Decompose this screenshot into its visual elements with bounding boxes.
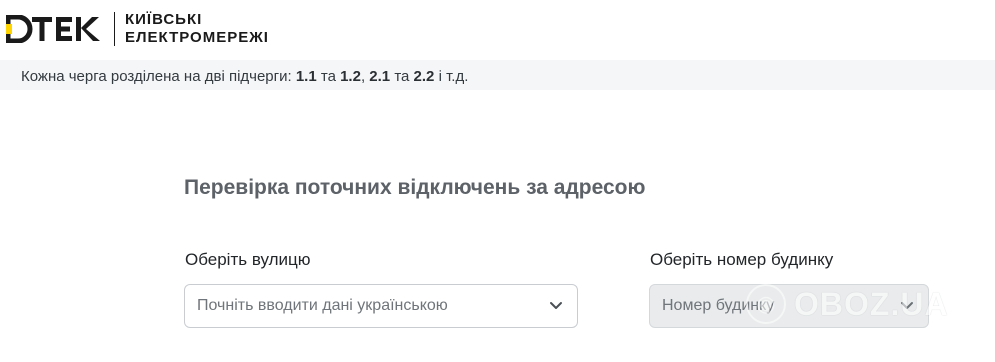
street-placeholder: Почніть вводити дані українською	[197, 297, 448, 314]
chevron-down-icon	[550, 302, 562, 309]
queue-info-strip: Кожна черга розділена на дві підчерги: 1…	[0, 60, 995, 90]
oboz-logo-icon: ◉	[746, 284, 786, 324]
page: КИЇВСЬКІ ЕЛЕКТРОМЕРЕЖІ Кожна черга розді…	[0, 0, 995, 362]
street-label: Оберіть вулицю	[185, 250, 311, 269]
logo-divider	[114, 12, 115, 46]
queue-info-text: Кожна черга розділена на дві підчерги: 1…	[21, 68, 469, 85]
watermark-text: OBOZ.UA	[794, 285, 949, 322]
dtek-logo-mark	[6, 12, 104, 46]
street-select[interactable]: Почніть вводити дані українською	[184, 284, 578, 328]
site-header: КИЇВСЬКІ ЕЛЕКТРОМЕРЕЖІ	[0, 0, 995, 60]
page-title: Перевірка поточних відключень за адресою	[184, 176, 646, 199]
dtek-logo[interactable]: КИЇВСЬКІ ЕЛЕКТРОМЕРЕЖІ	[6, 11, 269, 47]
company-name: КИЇВСЬКІ ЕЛЕКТРОМЕРЕЖІ	[125, 11, 269, 47]
company-name-line1: КИЇВСЬКІ	[125, 11, 203, 28]
house-label: Оберіть номер будинку	[650, 250, 834, 269]
company-name-line2: ЕЛЕКТРОМЕРЕЖІ	[125, 29, 269, 46]
oboz-watermark: ◉ OBOZ.UA	[746, 279, 949, 329]
